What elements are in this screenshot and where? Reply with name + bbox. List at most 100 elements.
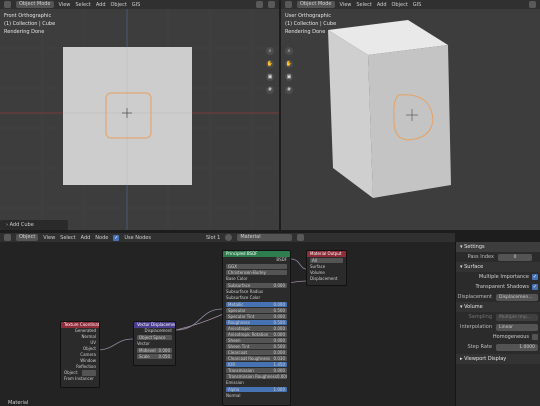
material-output-node[interactable]: Material Output All Surface Volume Displ… (306, 250, 347, 286)
bsdf-input-row[interactable]: Anisotropic Rotation 0.000 (226, 332, 287, 337)
bsdf-input-row[interactable]: Specular 0.500 (226, 308, 287, 313)
sss-method-select[interactable]: Christensen-Burley (226, 270, 287, 275)
left-menu-gis[interactable]: GIS (132, 2, 141, 8)
sampling-select[interactable]: Multiple Imp... (496, 313, 538, 321)
bsdf-input-label: Clearcoat Roughness (228, 356, 271, 361)
right-mode-select[interactable]: Object Mode (297, 1, 335, 8)
bsdf-input-row[interactable]: Roughness 0.500 (226, 320, 287, 325)
node-menu-select[interactable]: Select (60, 235, 75, 241)
multiple-importance-checkbox[interactable]: ✓ (532, 274, 538, 280)
bsdf-input-row[interactable]: Metallic 0.000 (226, 302, 287, 307)
use-nodes-label: Use Nodes (124, 234, 151, 241)
material-name-label: Material (8, 400, 29, 406)
bsdf-input-label: Transmission (228, 368, 254, 373)
bsdf-input-label: Emission (226, 380, 244, 385)
operator-panel[interactable]: › Add Cube (0, 220, 68, 230)
left-menu-view[interactable]: View (59, 2, 71, 8)
bsdf-input-row[interactable]: Sheen Tint 0.500 (226, 344, 287, 349)
overlay-icon[interactable] (268, 1, 275, 8)
bsdf-input-value: 0.000 (273, 338, 285, 343)
interpolation-select[interactable]: Linear (496, 323, 538, 331)
bsdf-input-row[interactable]: Normal (223, 393, 290, 399)
space-select[interactable]: Object Space (137, 335, 172, 340)
surface-section[interactable]: ▾ Surface (456, 262, 540, 272)
bsdf-input-row[interactable]: Clearcoat Roughness 0.030 (226, 356, 287, 361)
editor-type-icon[interactable] (285, 1, 292, 8)
right-3d-viewport[interactable]: Object Mode View Select Add Object GIS U… (281, 0, 540, 230)
slot-select[interactable]: Slot 1 (206, 235, 220, 241)
left-3d-viewport[interactable]: Object Mode View Select Add Object GIS F… (0, 0, 279, 230)
bsdf-input-label: Base Color (226, 276, 248, 281)
left-mode-select[interactable]: Object Mode (16, 1, 54, 8)
zoom-icon[interactable]: ⌕ (266, 47, 274, 55)
bsdf-input-row[interactable]: Transmission 0.000 (226, 368, 287, 373)
bsdf-input-label: Anisotropic (228, 326, 251, 331)
pin-icon[interactable] (297, 234, 305, 241)
bsdf-input-row[interactable]: Sheen 0.000 (226, 338, 287, 343)
bsdf-input-value: 0.500 (273, 344, 285, 349)
bsdf-input-row[interactable]: Anisotropic 0.000 (226, 326, 287, 331)
shading-icon[interactable] (529, 1, 536, 8)
homogeneous-checkbox[interactable] (532, 334, 538, 340)
vector-displacement-node[interactable]: Vector Displacement Displacement Object … (133, 321, 176, 366)
material-field[interactable]: Material (237, 234, 293, 241)
right-menu-select[interactable]: Select (356, 2, 371, 8)
texture-coordinate-node[interactable]: Texture Coordinate Generated Normal UV O… (60, 321, 100, 388)
node-title[interactable]: Material Output (307, 251, 346, 257)
grid-icon[interactable]: # (266, 86, 274, 94)
midlevel-field[interactable]: Midlevel 0.000 (137, 348, 172, 353)
bsdf-input-row[interactable]: IOR 1.450 (226, 362, 287, 367)
bsdf-input-label: Specular Tint (228, 314, 255, 319)
node-editor-type-icon[interactable] (4, 234, 11, 241)
view-name: Front Orthographic (4, 13, 52, 19)
viewport-display-section[interactable]: ▸ Viewport Display (456, 354, 540, 364)
grid-icon[interactable]: # (285, 86, 293, 94)
step-rate-field[interactable]: 1.0000 (496, 343, 538, 351)
bsdf-input-row[interactable]: Clearcoat 0.000 (226, 350, 287, 355)
transparent-shadows-checkbox[interactable]: ✓ (532, 284, 538, 290)
bsdf-input-row[interactable]: Alpha 1.000 (226, 387, 287, 392)
socket-label: Displacement (144, 328, 173, 333)
pass-index-field[interactable]: 0 (498, 253, 532, 261)
right-menu-add[interactable]: Add (377, 2, 387, 8)
pan-hand-icon[interactable]: ✋ (285, 60, 293, 68)
bsdf-input-value: 0.000 (273, 302, 285, 307)
bsdf-input-row[interactable]: Emission (223, 380, 290, 386)
bsdf-input-row[interactable]: Subsurface Color (223, 295, 290, 301)
bsdf-input-value: 0.000 (273, 314, 285, 319)
bsdf-input-value: 0.030 (273, 356, 285, 361)
use-nodes-checkbox[interactable]: ✓ (113, 234, 120, 241)
camera-icon[interactable]: ▣ (266, 73, 274, 81)
zoom-icon[interactable]: ⌕ (285, 47, 293, 55)
node-editor-canvas[interactable]: Material Texture Coordinate Generated No… (0, 242, 455, 406)
bsdf-input-label: Normal (226, 393, 241, 398)
camera-icon[interactable]: ▣ (285, 73, 293, 81)
bsdf-input-row[interactable]: Subsurface 0.000 (226, 283, 287, 288)
left-menu-add[interactable]: Add (96, 2, 106, 8)
bsdf-input-row[interactable]: Base Color (223, 276, 290, 282)
principled-bsdf-node[interactable]: Principled BSDF BSDF GGX Christensen-Bur… (222, 250, 291, 406)
right-viewport-header: Object Mode View Select Add Object GIS (281, 0, 540, 9)
node-menu-view[interactable]: View (43, 235, 55, 241)
from-instancer-label[interactable]: From Instancer (64, 376, 94, 382)
volume-section[interactable]: ▾ Volume (456, 302, 540, 312)
left-menu-select[interactable]: Select (75, 2, 90, 8)
editor-type-icon[interactable] (4, 1, 11, 8)
bsdf-input-label: Metallic (228, 302, 244, 307)
pan-hand-icon[interactable]: ✋ (266, 60, 274, 68)
bsdf-input-row[interactable]: Specular Tint 0.000 (226, 314, 287, 319)
shading-icon[interactable] (256, 1, 263, 8)
displacement-select[interactable]: Displacemen... (496, 293, 538, 301)
settings-section[interactable]: ▾ Settings (456, 242, 540, 252)
right-menu-view[interactable]: View (340, 2, 352, 8)
node-menu-add[interactable]: Add (81, 235, 91, 241)
bsdf-input-row[interactable]: Transmission Roughness0.000 (226, 374, 287, 379)
scale-field[interactable]: Scale 0.050 (137, 354, 172, 359)
right-menu-gis[interactable]: GIS (413, 2, 422, 8)
distribution-select[interactable]: GGX (226, 264, 287, 269)
node-menu-node[interactable]: Node (95, 235, 108, 241)
node-object-select[interactable]: Object (16, 234, 39, 241)
left-menu-object[interactable]: Object (111, 2, 127, 8)
target-select[interactable]: All (310, 258, 343, 263)
right-menu-object[interactable]: Object (392, 2, 408, 8)
